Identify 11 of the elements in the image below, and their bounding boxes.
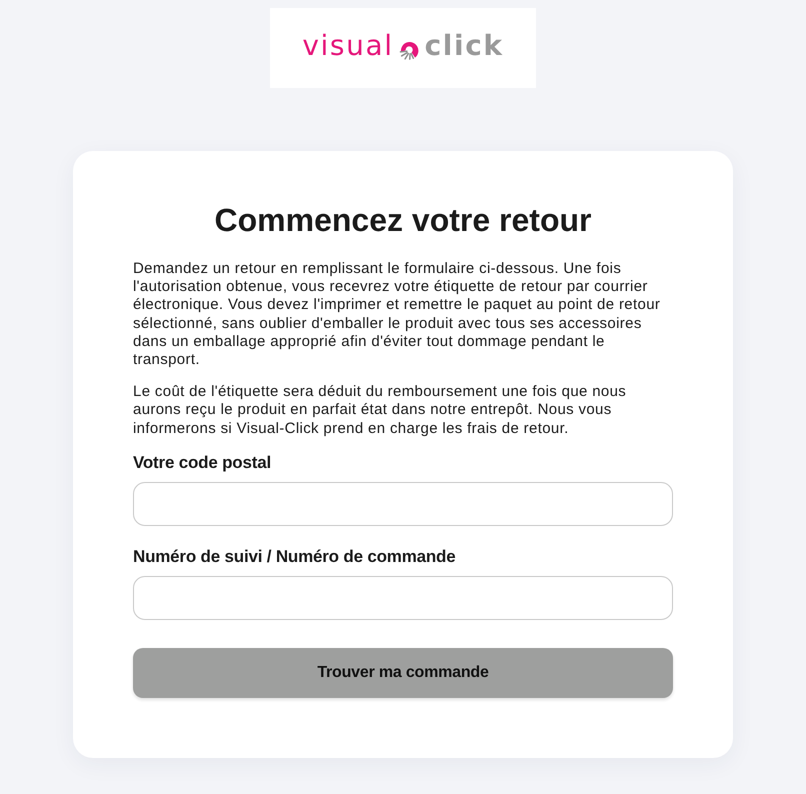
- field-label: Numéro de suivi / Numéro de commande: [133, 546, 456, 568]
- field-label: Votre code postal: [133, 452, 272, 474]
- logo-text: visual: [302, 32, 394, 64]
- input-field[interactable]: [133, 482, 673, 526]
- input-field[interactable]: [133, 576, 673, 620]
- logo-text: click: [424, 32, 504, 64]
- find-order-button[interactable]: Trouver ma commande: [133, 648, 673, 698]
- description-paragraph: Demandez un retour en remplissant le formulaire ci-dessous. Une fois l'autorisation obtenue, vous recevrez votre étiquette de retour par courrier électronique. Vous devez l'imprimer et remettre le paquet au point de retour sélectionné, sans oublier d'emballer le produit avec tous ses accessoires dans un emballage approprié afin d'éviter tout dommage pendant le transport.: [133, 260, 662, 370]
- description-paragraph: Le coût de l'étiquette sera déduit du remboursement une fois que nous aurons reçu le produit en parfait état dans notre entrepôt. Nous vous informerons si Visual-Click prend en charge les frais de retour.: [133, 383, 628, 438]
- logo-sunburst-icon: [398, 39, 420, 60]
- form-title: Commencez votre retour: [214, 201, 592, 239]
